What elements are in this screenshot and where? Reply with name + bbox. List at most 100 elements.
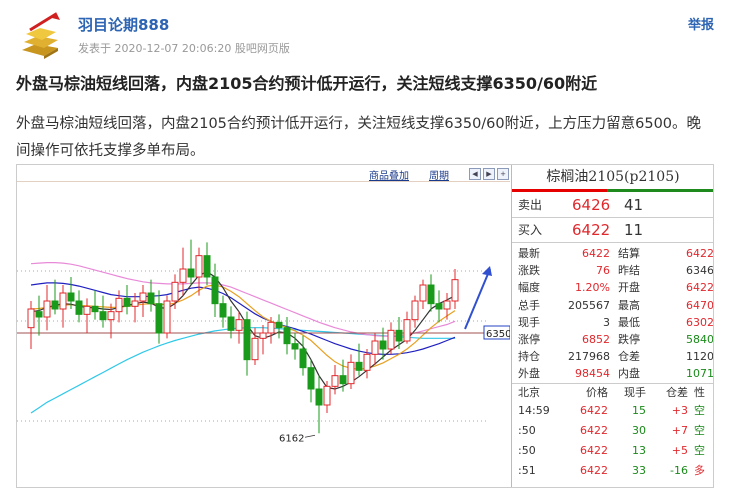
candle-down	[243, 319, 251, 361]
candle-down	[307, 367, 315, 390]
candle-up	[115, 297, 123, 313]
stat-label: 最低	[618, 315, 640, 329]
stat-label: 内盘	[618, 367, 640, 381]
candle-up	[323, 385, 331, 406]
candle-up	[411, 300, 419, 321]
candle-down	[227, 316, 235, 331]
tick-time: :50	[518, 424, 536, 437]
stat-value: 98454	[575, 367, 610, 381]
low-price-label: 6162	[279, 433, 304, 444]
tick-time: 14:59	[518, 404, 550, 417]
stat-label: 最新	[518, 247, 540, 260]
tick-oi-change: +7	[671, 424, 688, 437]
sell-volume: 41	[624, 196, 644, 214]
chart-screenshot: 商品叠加 周期 ◀ ▶ + − 6162 6350 棕榈油2105(p2105) …	[16, 164, 714, 488]
tick-volume: 15	[632, 404, 646, 417]
stat-label: 开盘	[618, 281, 640, 295]
quote-stat-row: 幅度 1.20% 开盘 6422	[512, 279, 714, 296]
tick-oi-change: +5	[671, 444, 688, 457]
stat-value: 1.20%	[575, 281, 610, 295]
stat-value: 76	[596, 264, 610, 278]
candle-down	[283, 327, 291, 345]
title-red-bar	[512, 189, 607, 192]
quote-stat-row: 最新 6422 结算 6422	[512, 245, 713, 262]
stat-value: 6422	[686, 281, 714, 295]
ticks-header: 北京 价格 现手 仓差 性	[512, 384, 713, 401]
ticks-header-price: 价格	[586, 386, 608, 399]
quote-stat-row: 总手 205567 最高 6470	[512, 297, 714, 314]
candle-up	[363, 353, 371, 371]
stat-label: 现手	[518, 315, 540, 329]
report-button[interactable]: 举报	[688, 14, 714, 33]
quote-stat-row: 持仓 217968 仓差 11200	[512, 348, 714, 365]
stat-value: 6470	[686, 298, 714, 312]
candle-up	[139, 292, 147, 302]
stat-label: 持仓	[518, 350, 540, 364]
tick-volume: 33	[632, 464, 646, 477]
candle-down	[435, 303, 443, 310]
title-green-bar	[607, 189, 713, 192]
divider	[512, 242, 713, 243]
stat-value: 3	[603, 315, 610, 329]
tick-volume: 30	[632, 424, 646, 437]
zoom-in-button[interactable]: +	[497, 168, 509, 180]
stat-label: 仓差	[618, 350, 640, 364]
ticks-header-nature: 性	[694, 386, 705, 399]
buy-row: 买入 6422 11	[512, 219, 713, 241]
ticks-header-time: 北京	[518, 386, 540, 399]
support-price-label: 6350	[486, 329, 510, 340]
username-link[interactable]: 羽目论期888	[78, 14, 169, 35]
post-body: 外盘马棕油短线回落，内盘2105合约预计低开运行，关注短线支撑6350/60附近…	[16, 116, 702, 159]
tick-oi-change: +3	[671, 404, 688, 417]
candle-down	[339, 375, 347, 385]
overlay-link[interactable]: 商品叠加	[369, 167, 409, 182]
stat-label: 结算	[618, 247, 640, 260]
tick-nature: 空	[694, 404, 705, 417]
tick-nature: 空	[694, 424, 705, 437]
quote-panel: 棕榈油2105(p2105) 卖出 6426 41 买入 6422 11 最新 6…	[511, 165, 714, 487]
candle-down	[203, 255, 211, 278]
candle-down	[123, 297, 131, 307]
stat-value: 6852	[582, 333, 610, 346]
tick-oi-change: -16	[670, 464, 688, 477]
stat-label: 涨跌	[518, 264, 540, 278]
stat-label: 总手	[518, 298, 540, 312]
chart-toolbar: 商品叠加 周期 ◀ ▶ + −	[17, 165, 523, 182]
candle-down	[355, 361, 363, 371]
candle-down	[379, 340, 387, 350]
ticks-header-oi: 仓差	[666, 386, 688, 399]
tick-price: 6422	[580, 444, 608, 457]
candle-up	[163, 300, 171, 334]
tick-nature: 多	[694, 464, 705, 477]
candle-down	[35, 311, 43, 318]
candle-down	[155, 303, 163, 334]
stat-value: 217968	[568, 350, 610, 364]
tick-time: :50	[518, 444, 536, 457]
gold-bars-avatar-icon[interactable]	[16, 10, 66, 60]
candle-down	[315, 388, 323, 406]
candle-up	[403, 319, 411, 342]
zoom-left-button[interactable]: ◀	[469, 168, 481, 180]
sell-label: 卖出	[518, 198, 543, 212]
candle-up	[131, 300, 139, 307]
sell-price: 6426	[572, 196, 611, 214]
quote-stat-row: 涨停 6852 跌停 5840	[512, 331, 713, 348]
stat-value: 11200	[686, 350, 714, 364]
candlestick-chart: 6162 6350	[17, 181, 510, 487]
tick-row: :51 6422 33 -16 多	[512, 462, 713, 479]
stat-label: 最高	[618, 298, 640, 312]
stat-value: 6302	[686, 315, 714, 329]
tick-nature: 空	[694, 444, 705, 457]
stat-value: 205567	[568, 298, 610, 312]
stat-value: 6422	[582, 247, 610, 260]
contract-title: 棕榈油2105(p2105)	[546, 169, 680, 185]
candle-down	[75, 300, 83, 315]
candle-up	[195, 255, 203, 278]
period-link[interactable]: 周期	[429, 167, 449, 182]
candle-up	[179, 268, 187, 283]
zoom-right-button[interactable]: ▶	[483, 168, 495, 180]
stat-value: 6346	[686, 264, 714, 278]
buy-volume: 11	[624, 221, 644, 239]
post-title: 外盘马棕油短线回落，内盘2105合约预计低开运行，关注短线支撑6350/60附近	[16, 74, 598, 93]
stat-label: 昨结	[618, 264, 640, 278]
